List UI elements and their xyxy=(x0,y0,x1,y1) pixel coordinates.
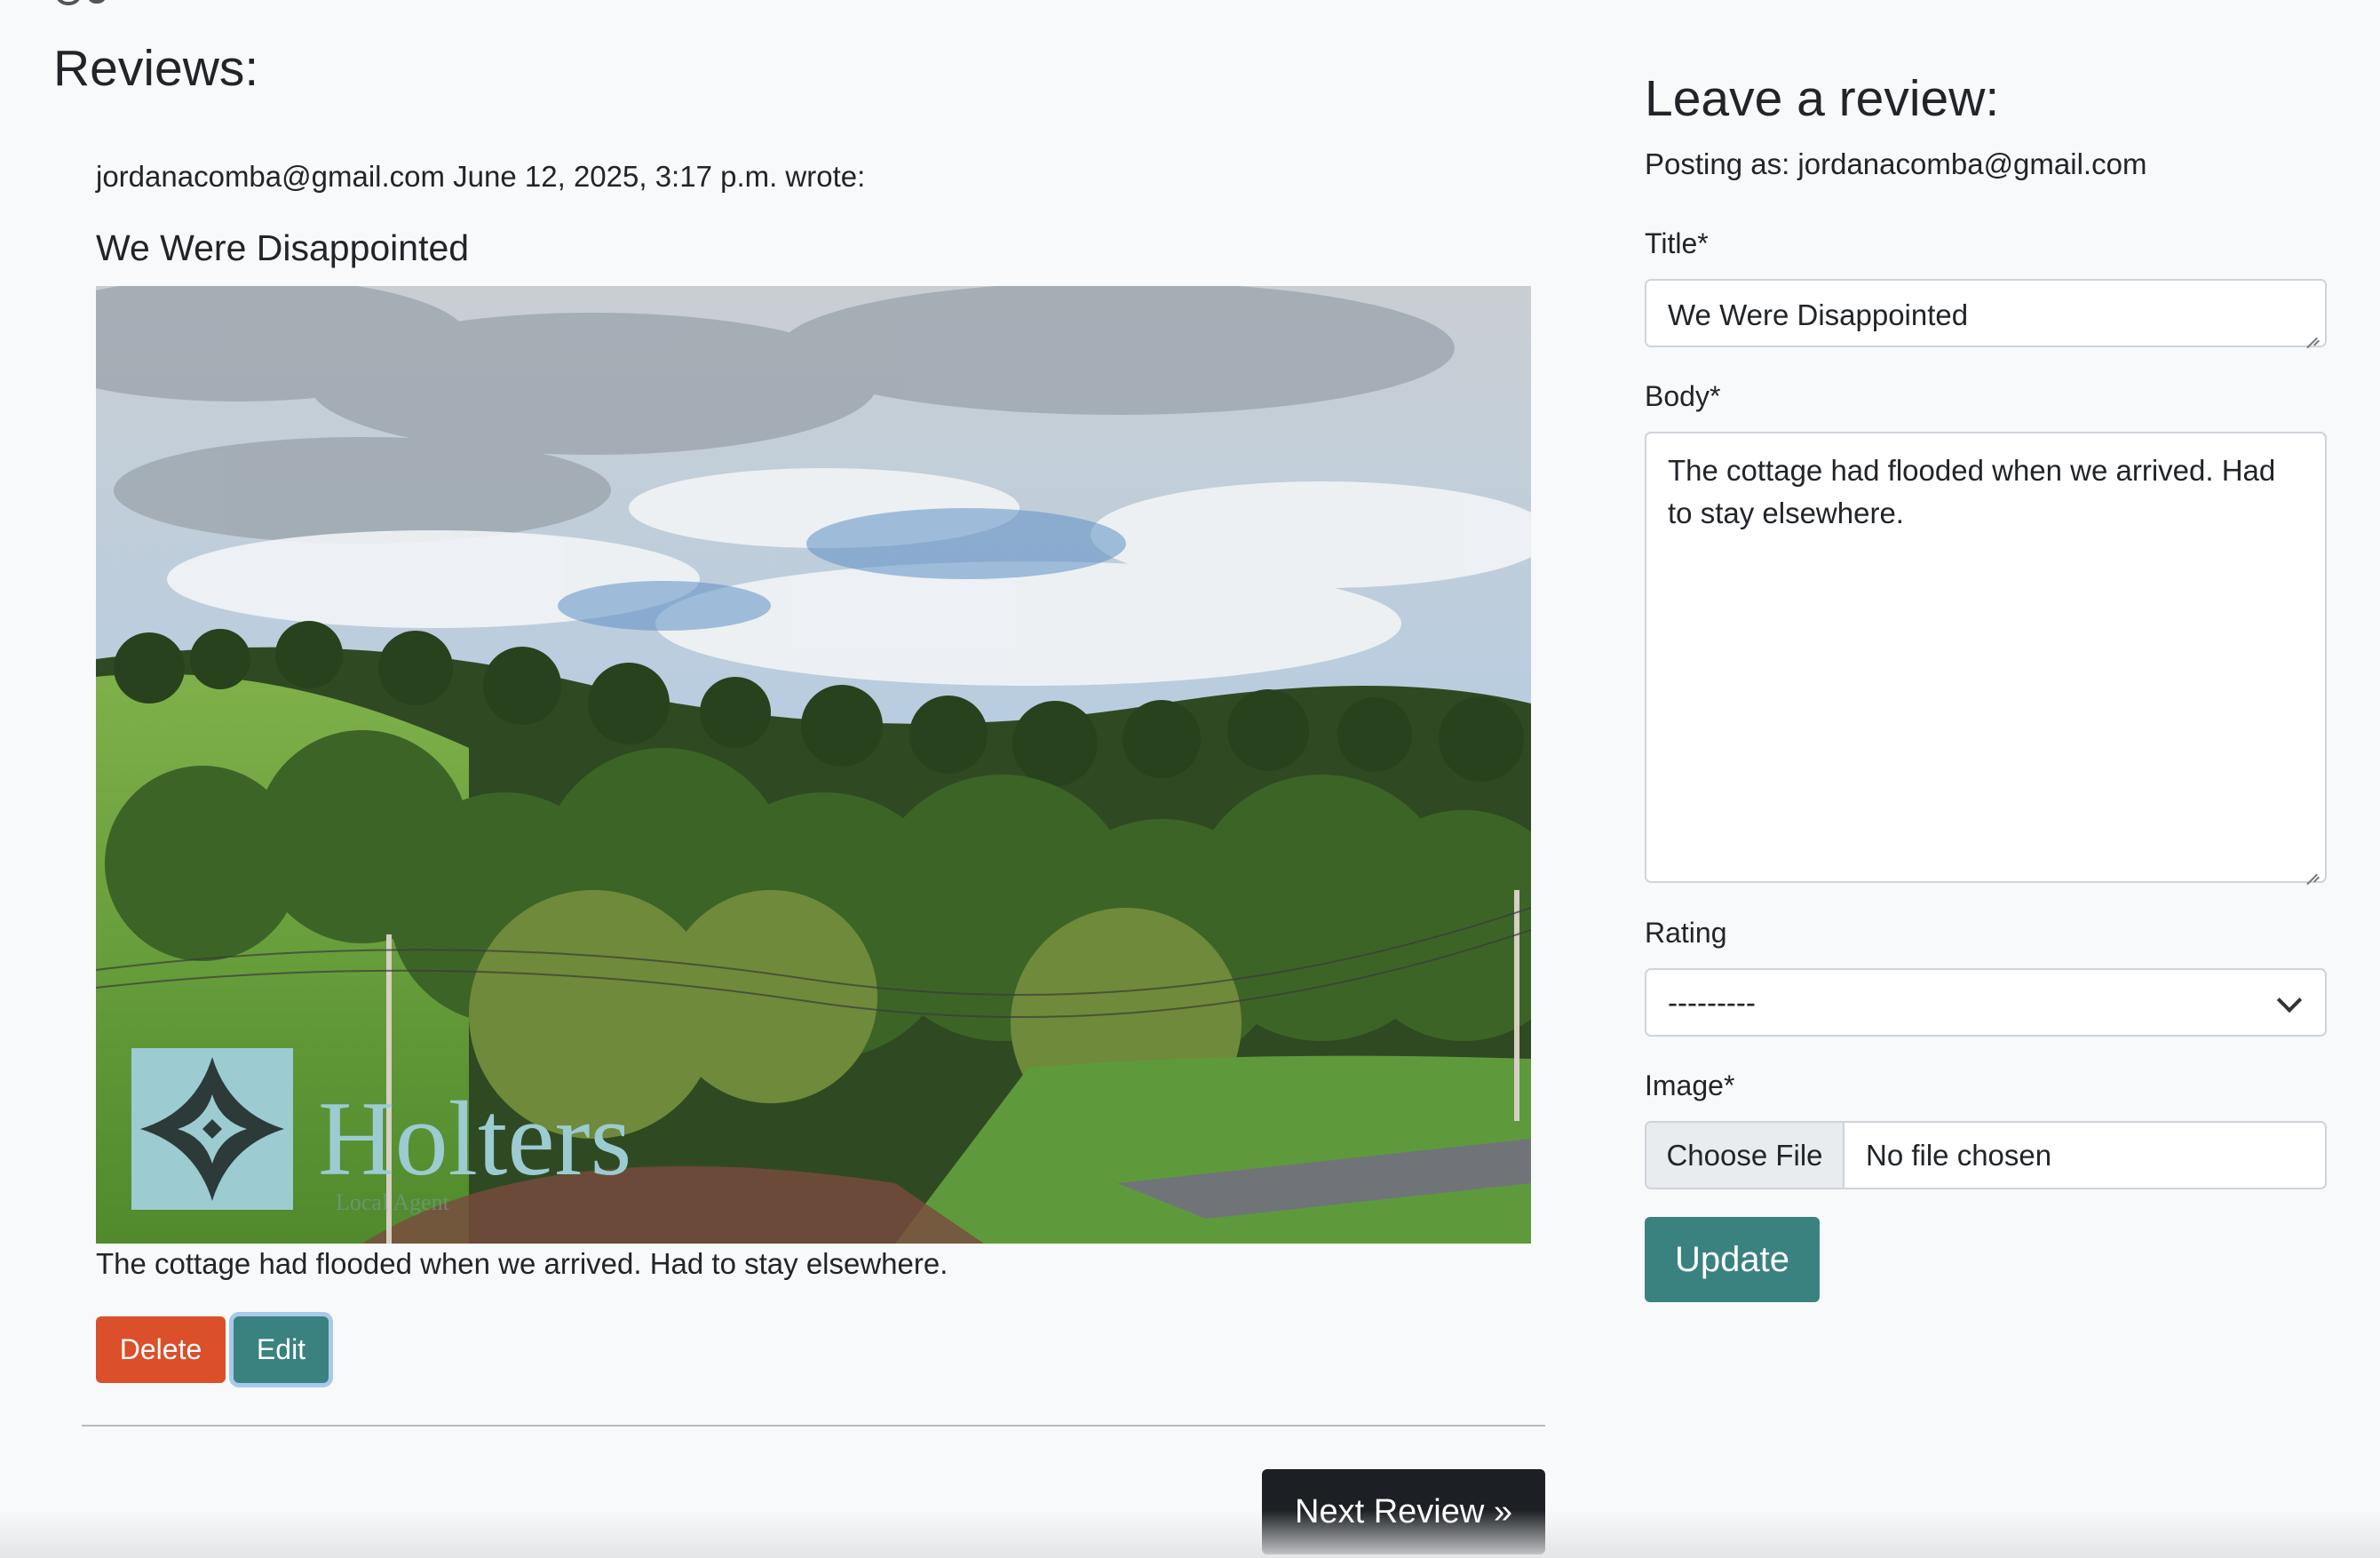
svg-text:Local Agent: Local Agent xyxy=(336,1189,450,1215)
search-icon[interactable] xyxy=(55,0,108,5)
posting-as: Posting as: jordanacomba@gmail.com xyxy=(1645,147,2147,180)
body-textarea[interactable] xyxy=(1645,432,2327,883)
image-label: Image* xyxy=(1645,1069,1735,1101)
resize-handle-icon[interactable] xyxy=(2305,863,2320,878)
title-input[interactable] xyxy=(1645,279,2327,347)
svg-text:Holters: Holters xyxy=(318,1079,631,1197)
bottom-fade xyxy=(0,1510,2380,1558)
edit-button[interactable]: Edit xyxy=(234,1316,329,1383)
file-status: No file chosen xyxy=(1866,1138,2052,1172)
rating-selected-value: --------- xyxy=(1668,985,1756,1019)
body-label: Body* xyxy=(1645,380,1721,412)
review-image: Holters Local Agent xyxy=(96,286,1531,1244)
image-file-input[interactable]: Choose File No file chosen xyxy=(1645,1121,2327,1189)
chevron-down-icon xyxy=(2276,987,2303,1013)
divider xyxy=(82,1425,1545,1427)
resize-handle-icon[interactable] xyxy=(2305,327,2320,341)
next-review-button[interactable]: Next Review » xyxy=(1262,1469,1545,1554)
title-label: Title* xyxy=(1645,227,1709,259)
rating-label: Rating xyxy=(1645,917,1727,949)
update-button[interactable]: Update xyxy=(1645,1217,1820,1302)
review-title: We Were Disappointed xyxy=(96,227,470,268)
choose-file-button[interactable]: Choose File xyxy=(1646,1123,1844,1188)
reviews-heading: Reviews: xyxy=(53,40,259,97)
review-body: The cottage had flooded when we arrived.… xyxy=(96,1247,948,1280)
rating-select[interactable]: --------- xyxy=(1645,968,2327,1037)
form-heading: Leave a review: xyxy=(1645,70,2000,127)
delete-button[interactable]: Delete xyxy=(96,1316,226,1383)
review-meta: jordanacomba@gmail.com June 12, 2025, 3:… xyxy=(96,160,866,193)
